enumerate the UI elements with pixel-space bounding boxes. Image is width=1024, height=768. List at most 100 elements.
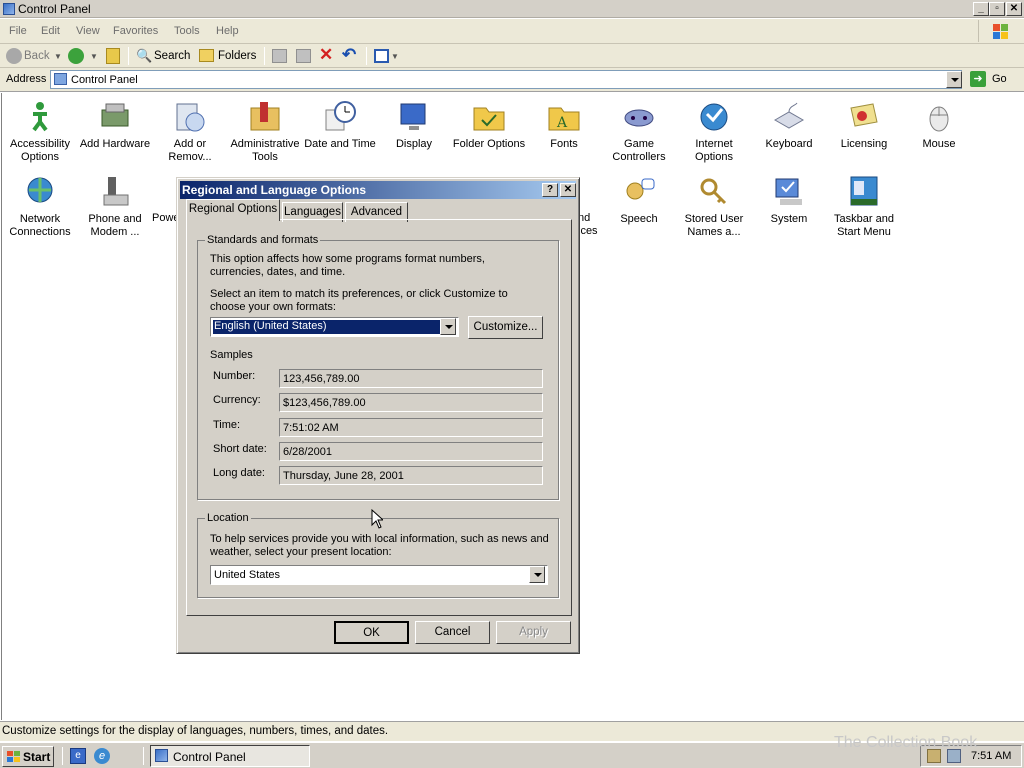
up-folder-icon[interactable] — [106, 48, 120, 64]
item-internet-options[interactable]: Internet Options — [677, 100, 751, 164]
cancel-button[interactable]: Cancel — [415, 621, 490, 644]
item-system[interactable]: System — [752, 175, 826, 226]
item-sounds-partial[interactable]: nd ices — [578, 175, 602, 238]
item-label: System — [770, 213, 808, 225]
address-label: Address — [6, 73, 47, 85]
licensing-icon — [850, 103, 878, 127]
internet-options-icon — [700, 103, 728, 131]
item-label: Network Connections — [9, 213, 71, 238]
item-label: Taskbar and Start Menu — [834, 213, 894, 238]
close-button[interactable]: ✕ — [1006, 2, 1022, 16]
windows-flag-icon — [7, 751, 20, 763]
location-dropdown-button[interactable] — [529, 566, 545, 583]
taskbar-separator — [143, 747, 144, 765]
back-dropdown-icon[interactable]: ▼ — [54, 52, 62, 61]
item-licensing[interactable]: Licensing — [827, 100, 901, 151]
item-label: Phone and Modem ... — [88, 213, 142, 238]
sample-time-value: 7:51:02 AM — [283, 422, 339, 434]
customize-button[interactable]: Customize... — [468, 316, 543, 339]
item-speech[interactable]: Speech — [602, 175, 676, 226]
minimize-button[interactable]: _ — [973, 2, 989, 16]
address-input[interactable]: Control Panel — [50, 70, 962, 89]
item-add-hardware[interactable]: Add Hardware — [78, 100, 152, 151]
delete-icon[interactable]: ✕ — [319, 45, 333, 65]
address-value: Control Panel — [71, 74, 138, 86]
item-network-connections[interactable]: Network Connections — [3, 175, 77, 239]
location-select[interactable]: United States — [210, 565, 548, 585]
item-game-controllers[interactable]: Game Controllers — [602, 100, 676, 164]
item-label: Speech — [620, 213, 658, 225]
folders-button[interactable]: Folders — [218, 50, 256, 62]
address-dropdown-button[interactable] — [946, 71, 962, 88]
item-add-remove-programs[interactable]: Add or Remov... — [153, 100, 227, 164]
folders-icon[interactable] — [199, 49, 214, 62]
standards-description: This option affects how some programs fo… — [210, 253, 485, 278]
format-select[interactable]: English (United States) — [210, 317, 459, 337]
item-display[interactable]: Display — [377, 100, 451, 151]
item-label: Internet Options — [695, 138, 733, 163]
forward-icon[interactable] — [68, 48, 84, 64]
tab-regional-options[interactable]: Regional Options — [186, 199, 280, 221]
start-button[interactable]: Start — [2, 746, 54, 767]
apply-button[interactable]: Apply — [496, 621, 571, 644]
ok-button[interactable]: OK — [334, 621, 409, 644]
go-button[interactable]: Go — [992, 73, 1007, 85]
restore-button[interactable]: ▫ — [989, 2, 1005, 16]
sample-long-date-value: Thursday, June 28, 2001 — [283, 470, 404, 482]
item-label: Stored User Names a... — [684, 213, 744, 238]
item-label: Game Controllers — [612, 138, 666, 163]
item-label: Fonts — [550, 138, 578, 150]
show-desktop-icon[interactable]: e — [70, 748, 86, 764]
standard-toolbar: Back ▼ ▼ 🔍 Search Folders ✕ ↶ ▼ — [0, 44, 1024, 68]
item-phone-and-modem[interactable]: Phone and Modem ... — [78, 175, 152, 239]
start-label: Start — [23, 750, 51, 764]
tab-label: Advanced — [350, 206, 403, 218]
control-panel-icon — [155, 749, 168, 762]
item-accessibility-options[interactable]: Accessibility Options — [3, 100, 77, 164]
search-button[interactable]: Search — [154, 50, 190, 62]
go-arrow-icon[interactable]: ➜ — [970, 71, 986, 87]
views-dropdown-icon[interactable]: ▼ — [391, 52, 399, 61]
item-label: Add or Remov... — [168, 138, 212, 163]
item-folder-options[interactable]: Folder Options — [452, 100, 526, 151]
sample-currency-label: Currency: — [213, 394, 261, 406]
menu-file[interactable]: File — [9, 25, 27, 37]
menu-view[interactable]: View — [76, 25, 100, 37]
back-button[interactable]: Back — [24, 50, 50, 62]
menu-favorites[interactable]: Favorites — [113, 25, 158, 37]
taskbar-control-panel-button[interactable]: Control Panel — [150, 745, 310, 767]
menu-edit[interactable]: Edit — [41, 25, 60, 37]
sample-short-date-value: 6/28/2001 — [283, 446, 332, 458]
search-icon[interactable]: 🔍 — [136, 48, 152, 64]
windows-logo-icon — [978, 20, 1016, 42]
control-panel-folder-icon — [54, 73, 67, 85]
menu-tools[interactable]: Tools — [174, 25, 200, 37]
format-dropdown-button[interactable] — [440, 318, 456, 335]
phone-modem-icon — [103, 177, 129, 206]
menu-help[interactable]: Help — [216, 25, 239, 37]
item-power-options[interactable]: Powe — [152, 175, 180, 225]
item-date-and-time[interactable]: Date and Time — [303, 100, 377, 151]
forward-dropdown-icon[interactable]: ▼ — [90, 52, 98, 61]
item-fonts[interactable]: A Fonts — [527, 100, 601, 151]
undo-icon[interactable]: ↶ — [342, 45, 356, 65]
help-button[interactable]: ? — [542, 183, 558, 197]
window-titlebar: Control Panel _ ▫ ✕ — [0, 0, 1024, 18]
item-administrative-tools[interactable]: Administrative Tools — [228, 100, 302, 164]
copy-to-icon[interactable] — [296, 49, 311, 63]
sample-short-date-field: 6/28/2001 — [279, 442, 543, 461]
item-taskbar-and-start-menu[interactable]: Taskbar and Start Menu — [827, 175, 901, 239]
back-icon[interactable] — [6, 48, 22, 64]
taskbar-app-label: Control Panel — [173, 750, 246, 764]
dialog-close-button[interactable]: ✕ — [560, 183, 576, 197]
item-mouse[interactable]: Mouse — [902, 100, 976, 151]
move-to-icon[interactable] — [272, 49, 287, 63]
views-icon[interactable] — [374, 49, 389, 63]
item-stored-user-names[interactable]: Stored User Names a... — [677, 175, 751, 239]
internet-explorer-icon[interactable]: e — [94, 748, 110, 764]
date-time-icon — [325, 101, 356, 131]
fonts-icon: A — [548, 107, 580, 131]
control-panel-icon — [3, 3, 15, 15]
item-keyboard[interactable]: Keyboard — [752, 100, 826, 151]
sample-number-label: Number: — [213, 370, 256, 382]
